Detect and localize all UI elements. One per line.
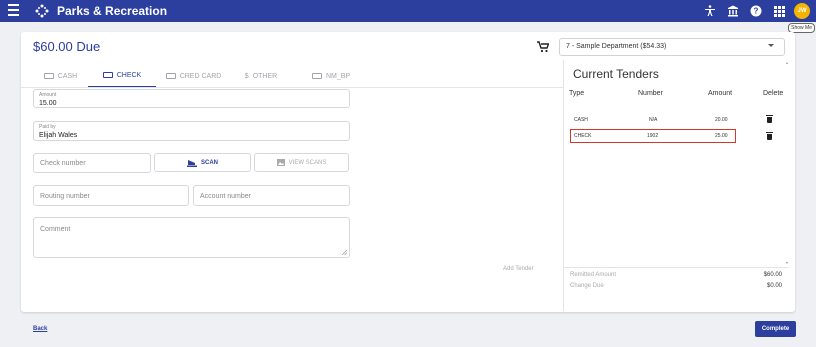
tender-type: CHECK <box>574 133 592 139</box>
tender-amount: 20.00 <box>715 117 728 123</box>
amount-label: Amount <box>39 92 57 98</box>
scanner-icon <box>186 159 197 167</box>
check-number-placeholder: Check number <box>40 160 86 167</box>
tab-label: CHECK <box>116 71 142 79</box>
check-icon <box>102 72 113 78</box>
tender-amount: 25.00 <box>715 133 728 139</box>
col-header-delete: Delete <box>763 90 784 97</box>
comment-field[interactable]: Comment <box>33 217 350 258</box>
tab-cash[interactable]: CASH <box>33 64 88 88</box>
scan-button[interactable]: SCAN <box>154 153 251 172</box>
delete-icon[interactable] <box>766 115 773 123</box>
logo-icon <box>35 4 49 18</box>
svg-text:?: ? <box>754 7 759 16</box>
tab-cred-card[interactable]: CRED CARD <box>161 64 226 88</box>
change-due-label: Change Due <box>570 283 604 289</box>
tender-number: 1902 <box>647 133 659 139</box>
tab-label: NM_BP <box>325 72 351 80</box>
col-header-number: Number <box>638 90 663 97</box>
tabs-divider <box>21 87 564 88</box>
paid-by-value: Elijah Wales <box>39 132 78 139</box>
menu-icon[interactable] <box>8 4 19 16</box>
department-select-value: 7 - Sample Department ($54.33) <box>566 43 667 50</box>
bank-icon[interactable] <box>725 3 741 19</box>
tender-type: CASH <box>574 117 588 123</box>
tenders-title: Current Tenders <box>573 67 659 81</box>
routing-number-field[interactable]: Routing number <box>33 185 189 206</box>
amount-field[interactable]: Amount 15.00 <box>33 89 350 108</box>
app-title: Parks & Recreation <box>57 4 168 18</box>
complete-button[interactable]: Complete <box>755 321 796 337</box>
remitted-amount-value: $60.00 <box>763 272 782 278</box>
tab-label: CASH <box>57 72 78 80</box>
tab-label: OTHER <box>252 72 278 80</box>
cash-icon <box>43 73 54 79</box>
credit-card-icon <box>165 73 176 79</box>
tab-check[interactable]: CHECK <box>88 64 156 88</box>
change-due-value: $0.00 <box>766 283 782 289</box>
col-header-type: Type <box>569 90 585 97</box>
col-header-amount: Amount <box>708 90 733 97</box>
dollar-icon: $ <box>244 72 249 80</box>
image-icon <box>276 159 285 166</box>
scroll-up-icon[interactable] <box>786 62 788 64</box>
paid-by-label: Paid by <box>39 124 56 130</box>
help-icon[interactable]: ? <box>748 3 764 19</box>
tab-label: CRED CARD <box>179 72 222 80</box>
resize-handle-icon[interactable] <box>342 250 347 255</box>
current-tenders-panel: Current Tenders Type Number Amount Delet… <box>563 60 789 311</box>
remitted-amount-label: Remitted Amount <box>570 272 617 278</box>
add-tender-button[interactable]: Add Tender <box>503 266 534 272</box>
department-select[interactable]: 7 - Sample Department ($54.33) <box>559 38 785 56</box>
scroll-down-icon[interactable] <box>786 262 788 264</box>
summary-divider <box>564 267 789 268</box>
tab-nm-bp[interactable]: NM_BP <box>301 64 361 88</box>
check-number-field[interactable]: Check number <box>33 153 151 173</box>
account-number-placeholder: Account number <box>200 193 251 200</box>
view-scans-label: VIEW SCANS <box>288 159 327 166</box>
view-scans-button[interactable]: VIEW SCANS <box>254 153 349 172</box>
card-icon <box>311 73 322 79</box>
comment-placeholder: Comment <box>40 226 71 233</box>
tender-number: N/A <box>649 117 658 123</box>
cart-icon <box>537 41 549 53</box>
app-bar: Parks & Recreation ? JW <box>0 0 816 22</box>
scan-label: SCAN <box>200 159 218 166</box>
paid-by-field[interactable]: Paid by Elijah Wales <box>33 121 350 141</box>
account-number-field[interactable]: Account number <box>193 185 350 206</box>
chevron-down-icon <box>768 44 774 47</box>
amount-value: 15.00 <box>39 100 57 107</box>
amount-due: $60.00 Due <box>33 39 101 54</box>
routing-number-placeholder: Routing number <box>40 193 90 200</box>
avatar[interactable]: JW <box>794 3 810 19</box>
tab-other[interactable]: $ OTHER <box>231 64 291 88</box>
apps-grid-icon[interactable] <box>771 3 787 19</box>
back-button[interactable]: Back <box>33 326 47 332</box>
accessibility-icon[interactable] <box>702 3 718 19</box>
scrollbar[interactable] <box>786 60 789 266</box>
delete-icon[interactable] <box>766 132 773 140</box>
